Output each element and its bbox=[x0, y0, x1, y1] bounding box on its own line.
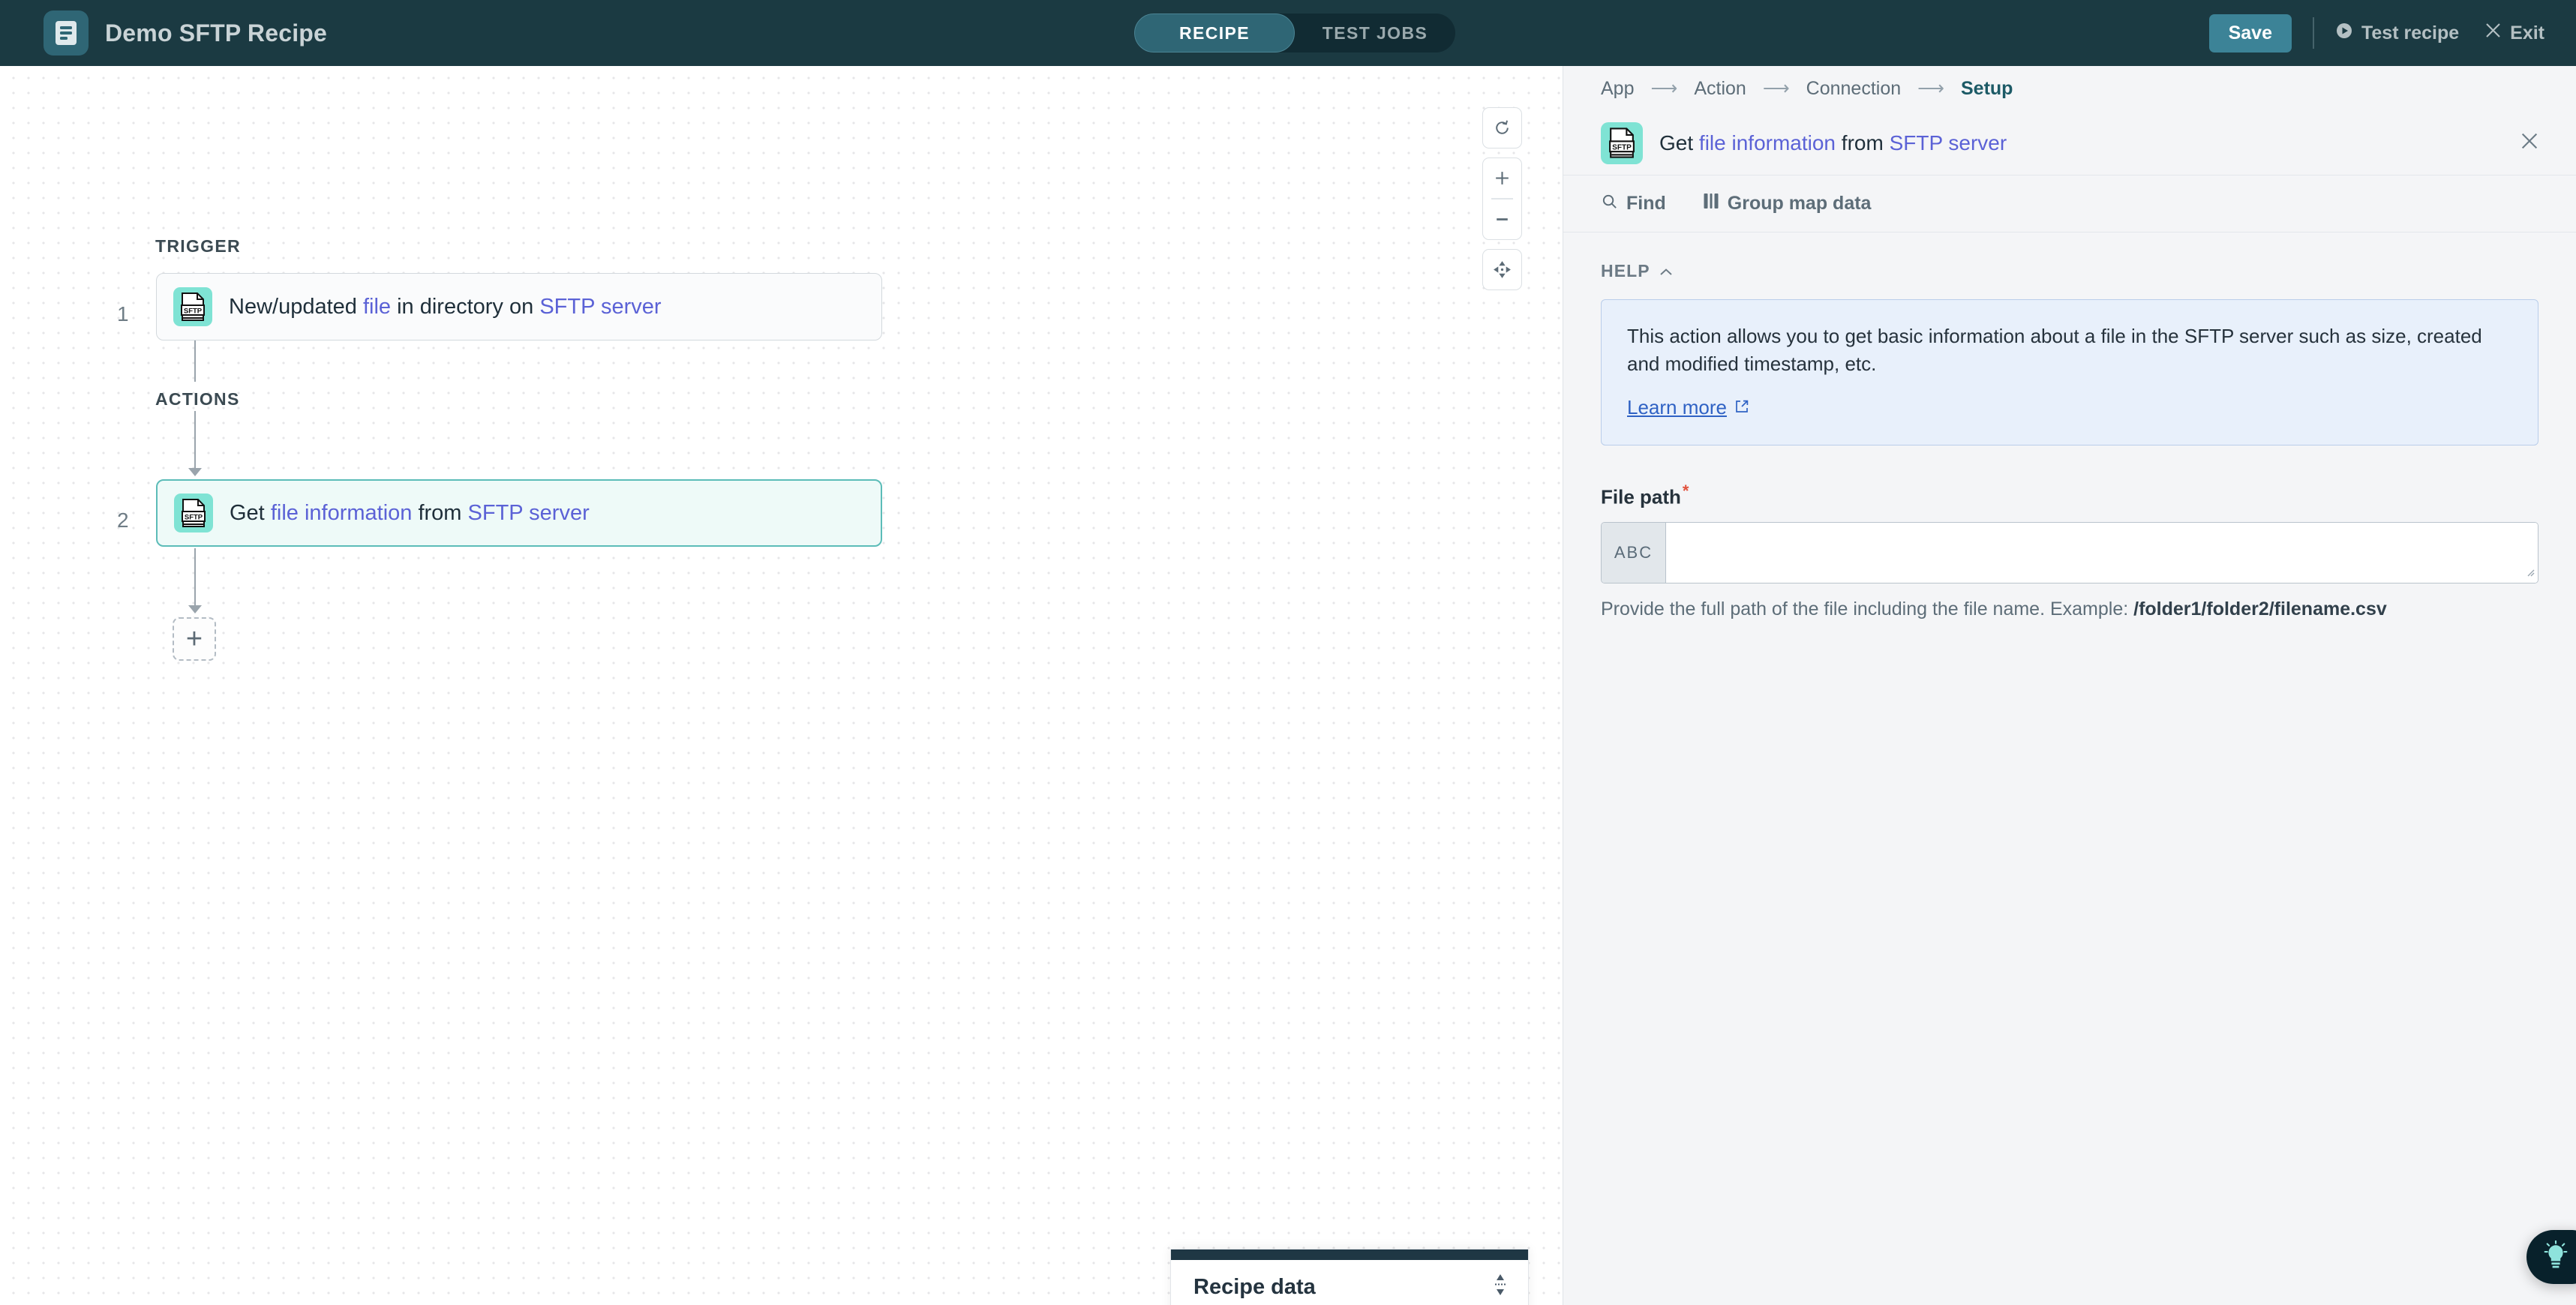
step-number-2: 2 bbox=[117, 508, 129, 532]
view-tabs: RECIPE TEST JOBS bbox=[1134, 14, 1455, 52]
recipe-data-title: Recipe data bbox=[1193, 1275, 1316, 1299]
undo-circular-arrow-icon[interactable] bbox=[1483, 108, 1521, 148]
panel-header: SFTP Get file information from SFTP serv… bbox=[1563, 111, 2576, 176]
sftp-file-icon: SFTP bbox=[174, 494, 213, 532]
learn-more-link[interactable]: Learn more bbox=[1627, 396, 1749, 419]
trigger-section-label: TRIGGER bbox=[155, 236, 241, 256]
step-number-1: 1 bbox=[117, 302, 129, 326]
breadcrumb-arrow-icon: ⟶ bbox=[1762, 78, 1790, 99]
help-text: This action allows you to get basic info… bbox=[1627, 325, 2482, 375]
fit-to-screen-group bbox=[1482, 248, 1522, 290]
group-map-data-label: Group map data bbox=[1727, 193, 1872, 214]
add-step-button[interactable]: + bbox=[173, 617, 216, 661]
help-box: This action allows you to get basic info… bbox=[1601, 299, 2538, 446]
page-title: Demo SFTP Recipe bbox=[105, 19, 328, 46]
zoom-out-button[interactable] bbox=[1483, 200, 1521, 239]
svg-text:SFTP: SFTP bbox=[1612, 144, 1632, 152]
test-recipe-button[interactable]: Test recipe bbox=[2335, 22, 2459, 45]
divider bbox=[2312, 17, 2314, 49]
canvas-controls bbox=[1482, 107, 1522, 290]
recipe-data-body: Recipe data Use data from a previous ste… bbox=[1171, 1260, 1528, 1305]
learn-more-label: Learn more bbox=[1627, 395, 1727, 418]
group-columns-icon bbox=[1704, 193, 1719, 214]
find-button[interactable]: Find bbox=[1601, 193, 1666, 215]
exit-label: Exit bbox=[2510, 22, 2544, 44]
required-marker: * bbox=[1682, 481, 1689, 500]
find-label: Find bbox=[1626, 193, 1666, 214]
play-circle-icon bbox=[2335, 22, 2353, 45]
breadcrumb-arrow-icon: ⟶ bbox=[1650, 78, 1678, 99]
group-map-data-button[interactable]: Group map data bbox=[1704, 193, 1872, 214]
trigger-step-text: New/updated file in directory on SFTP se… bbox=[229, 294, 662, 319]
search-icon bbox=[1601, 193, 1618, 215]
flow-connector bbox=[194, 411, 196, 470]
flow-arrowhead-icon bbox=[188, 468, 202, 476]
action-step-card[interactable]: SFTP Get file information from SFTP serv… bbox=[156, 479, 882, 547]
trigger-step-card[interactable]: SFTP New/updated file in directory on SF… bbox=[156, 273, 882, 340]
close-panel-button[interactable] bbox=[2519, 130, 2540, 155]
breadcrumb: App ⟶ Action ⟶ Connection ⟶ Setup bbox=[1563, 66, 2576, 111]
breadcrumb-arrow-icon: ⟶ bbox=[1917, 78, 1944, 99]
test-recipe-label: Test recipe bbox=[2361, 22, 2460, 44]
help-assistant-button[interactable] bbox=[2526, 1230, 2576, 1284]
breadcrumb-setup[interactable]: Setup bbox=[1961, 78, 2013, 100]
svg-text:SFTP: SFTP bbox=[184, 308, 203, 316]
tab-test-jobs[interactable]: TEST JOBS bbox=[1295, 14, 1455, 52]
recipe-document-icon bbox=[44, 10, 89, 56]
vertical-resize-handle-icon[interactable] bbox=[1492, 1274, 1509, 1300]
file-path-label: File path* bbox=[1601, 481, 1689, 508]
help-section-toggle[interactable]: HELP bbox=[1601, 261, 2538, 281]
help-section-label: HELP bbox=[1601, 261, 1650, 280]
close-x-icon bbox=[2484, 22, 2502, 44]
exit-button[interactable]: Exit bbox=[2484, 22, 2544, 44]
sftp-file-icon: SFTP bbox=[173, 287, 212, 326]
file-path-hint: Provide the full path of the file includ… bbox=[1601, 598, 2387, 620]
external-link-icon bbox=[1734, 396, 1749, 419]
file-path-input-row: ABC bbox=[1601, 522, 2538, 584]
panel-body: HELP This action allows you to get basic… bbox=[1563, 232, 2576, 620]
sftp-file-icon: SFTP bbox=[1601, 122, 1643, 164]
lightbulb-icon bbox=[2541, 1240, 2570, 1274]
recipe-data-panel-bar bbox=[1171, 1250, 1528, 1260]
tab-recipe[interactable]: RECIPE bbox=[1134, 14, 1295, 52]
chevron-up-icon bbox=[1659, 261, 1673, 281]
reset-view-group bbox=[1482, 107, 1522, 148]
move-arrows-icon[interactable] bbox=[1483, 250, 1521, 290]
recipe-canvas[interactable]: TRIGGER 1 SFTP New/updated file in direc… bbox=[0, 66, 1563, 1305]
top-bar: Demo SFTP Recipe RECIPE TEST JOBS Save T… bbox=[0, 0, 2576, 66]
breadcrumb-app[interactable]: App bbox=[1601, 78, 1634, 100]
flow-connector bbox=[194, 548, 196, 607]
svg-text:SFTP: SFTP bbox=[185, 514, 203, 522]
save-button[interactable]: Save bbox=[2208, 14, 2292, 52]
actions-section-label: ACTIONS bbox=[155, 389, 240, 409]
input-type-abc-badge: ABC bbox=[1602, 523, 1666, 584]
file-path-input-area[interactable] bbox=[1666, 523, 2538, 584]
step-config-panel: App ⟶ Action ⟶ Connection ⟶ Setup SFTP G… bbox=[1563, 66, 2576, 1305]
recipe-data-panel[interactable]: Recipe data Use data from a previous ste… bbox=[1170, 1249, 1529, 1305]
file-path-input[interactable] bbox=[1666, 523, 2538, 584]
flow-arrowhead-icon bbox=[188, 605, 202, 614]
zoom-in-button[interactable] bbox=[1483, 158, 1521, 198]
action-step-text: Get file information from SFTP server bbox=[230, 500, 590, 525]
zoom-controls-group bbox=[1482, 158, 1522, 240]
breadcrumb-action[interactable]: Action bbox=[1694, 78, 1746, 100]
brand: Demo SFTP Recipe bbox=[44, 10, 327, 56]
flow-connector bbox=[194, 340, 196, 382]
file-path-hint-example: /folder1/folder2/filename.csv bbox=[2133, 598, 2387, 620]
breadcrumb-connection[interactable]: Connection bbox=[1806, 78, 1901, 100]
top-bar-actions: Save Test recipe Exit bbox=[2208, 0, 2544, 66]
panel-toolbar: Find Group map data bbox=[1563, 176, 2576, 232]
panel-title: Get file information from SFTP server bbox=[1659, 130, 2007, 154]
